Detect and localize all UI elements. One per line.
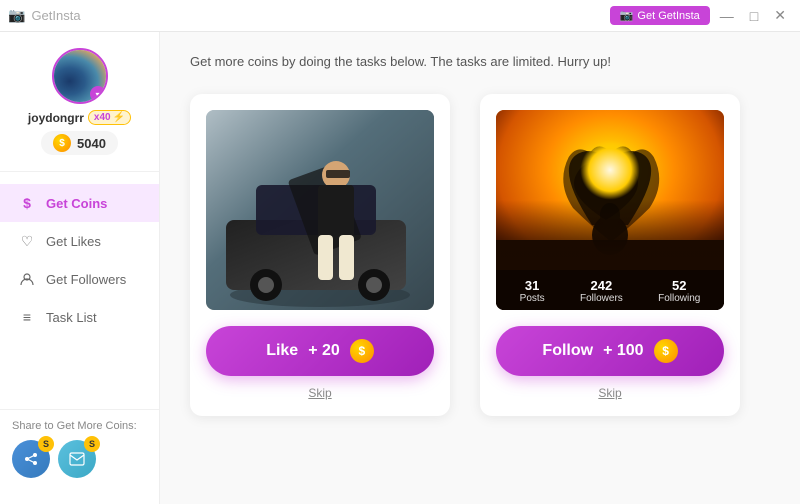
maximize-button[interactable]: □ bbox=[744, 6, 764, 26]
follow-button[interactable]: Follow + 100 $ bbox=[496, 326, 724, 376]
follow-skip-link[interactable]: Skip bbox=[598, 386, 621, 400]
username-row: joydongrr x40 ⚡ bbox=[28, 110, 131, 125]
page-description: Get more coins by doing the tasks below.… bbox=[190, 52, 770, 72]
followers-stat: 242 Followers bbox=[580, 278, 623, 304]
app-icon: 📷 bbox=[8, 7, 25, 24]
posts-number: 31 bbox=[525, 278, 539, 293]
title-bar: 📷 GetInsta 📷 Get GetInsta — □ ✕ bbox=[0, 0, 800, 32]
title-bar-right: 📷 Get GetInsta — □ ✕ bbox=[610, 5, 792, 26]
sidebar: ▾ joydongrr x40 ⚡ $ 5040 $ Get Coins ♡ bbox=[0, 32, 160, 504]
sidebar-item-task-list[interactable]: ≡ Task List bbox=[0, 298, 159, 336]
following-stat: 52 Following bbox=[658, 278, 700, 304]
share-link-badge: S bbox=[38, 436, 54, 452]
coin-icon: $ bbox=[53, 134, 71, 152]
like-card-image bbox=[206, 110, 434, 310]
avatar-dropdown-icon: ▾ bbox=[90, 86, 106, 102]
getinsta-icon: 📷 bbox=[620, 9, 634, 22]
share-link-button[interactable]: S bbox=[12, 440, 50, 478]
share-buttons: S S bbox=[12, 440, 147, 478]
avatar[interactable]: ▾ bbox=[52, 48, 108, 104]
nav-menu: $ Get Coins ♡ Get Likes Get Followers ≡ … bbox=[0, 172, 159, 409]
minimize-button[interactable]: — bbox=[714, 6, 740, 26]
posts-label: Posts bbox=[520, 293, 545, 304]
share-email-badge: S bbox=[84, 436, 100, 452]
get-coins-icon: $ bbox=[18, 194, 36, 212]
multiplier-badge: x40 ⚡ bbox=[88, 110, 131, 125]
like-button[interactable]: Like + 20 $ bbox=[206, 326, 434, 376]
close-button[interactable]: ✕ bbox=[768, 5, 792, 26]
sidebar-item-get-likes[interactable]: ♡ Get Likes bbox=[0, 222, 159, 260]
follow-card-image: 31 Posts 242 Followers 52 Following bbox=[496, 110, 724, 310]
getinsta-button[interactable]: 📷 Get GetInsta bbox=[610, 6, 710, 25]
app-title: GetInsta bbox=[31, 8, 80, 23]
profile-stats: 31 Posts 242 Followers 52 Following bbox=[496, 270, 724, 310]
get-likes-icon: ♡ bbox=[18, 232, 36, 250]
like-skip-link[interactable]: Skip bbox=[308, 386, 331, 400]
title-bar-left: 📷 GetInsta bbox=[8, 7, 81, 24]
fashion-image bbox=[206, 110, 434, 310]
like-card: Like + 20 $ Skip bbox=[190, 94, 450, 416]
following-number: 52 bbox=[672, 278, 686, 293]
task-cards: Like + 20 $ Skip bbox=[190, 94, 770, 416]
main-content: Get more coins by doing the tasks below.… bbox=[160, 32, 800, 504]
sidebar-item-get-followers[interactable]: Get Followers bbox=[0, 260, 159, 298]
coin-count: 5040 bbox=[77, 136, 106, 151]
sidebar-item-get-coins[interactable]: $ Get Coins bbox=[0, 184, 159, 222]
followers-number: 242 bbox=[591, 278, 613, 293]
like-coin-icon: $ bbox=[350, 339, 374, 363]
posts-stat: 31 Posts bbox=[520, 278, 545, 304]
app-body: ▾ joydongrr x40 ⚡ $ 5040 $ Get Coins ♡ bbox=[0, 32, 800, 504]
task-list-icon: ≡ bbox=[18, 308, 36, 326]
share-section: Share to Get More Coins: S bbox=[0, 409, 159, 488]
profile-section: ▾ joydongrr x40 ⚡ $ 5040 bbox=[0, 48, 159, 172]
followers-label: Followers bbox=[580, 293, 623, 304]
share-email-button[interactable]: S bbox=[58, 440, 96, 478]
follow-coin-icon: $ bbox=[654, 339, 678, 363]
follow-card: 31 Posts 242 Followers 52 Following bbox=[480, 94, 740, 416]
username: joydongrr bbox=[28, 111, 84, 125]
following-label: Following bbox=[658, 293, 700, 304]
share-label: Share to Get More Coins: bbox=[12, 420, 147, 432]
get-followers-icon bbox=[18, 270, 36, 288]
coins-row: $ 5040 bbox=[41, 131, 118, 155]
